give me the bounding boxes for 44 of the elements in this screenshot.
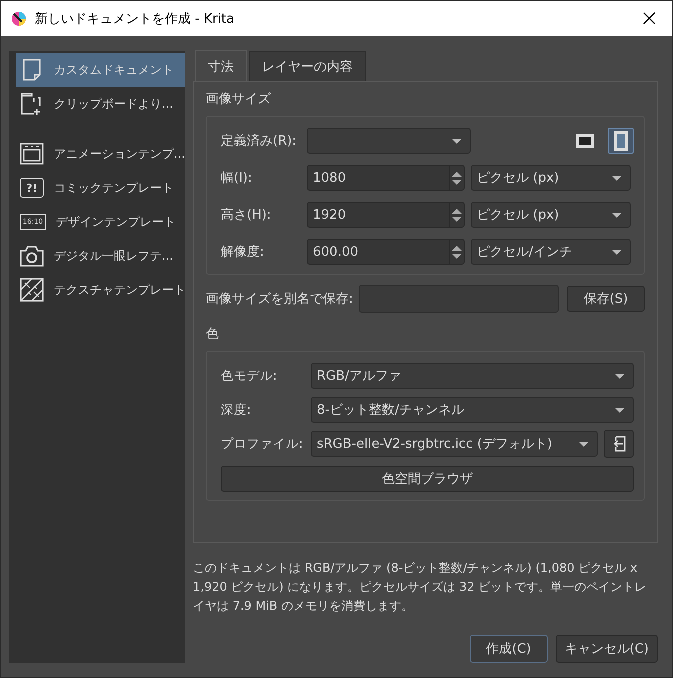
cancel-button[interactable]: キャンセル(C) <box>556 635 658 663</box>
unit-dropdown[interactable]: ピクセル (px) <box>471 165 631 191</box>
sidebar-item[interactable]: アニメーションテンプ... <box>16 137 185 171</box>
save-button[interactable]: 保存(S) <box>567 286 645 312</box>
unit-dropdown[interactable]: ピクセル/インチ <box>471 239 631 265</box>
sidebar-item[interactable]: ?! コミックテンプレート <box>16 171 185 205</box>
sidebar-item[interactable]: テクスチャテンプレート <box>16 273 185 307</box>
field-label: 色モデル: <box>221 368 278 384</box>
field-label: 幅(I): <box>221 170 254 187</box>
sidebar-item[interactable]: クリップボードより... <box>16 87 185 121</box>
portrait-button[interactable] <box>608 128 634 154</box>
section-title: 色 <box>206 326 220 343</box>
speech-bubble-icon: ?! <box>20 178 44 198</box>
app-logo-icon <box>11 10 27 26</box>
number-field[interactable]: 1080 <box>307 165 465 191</box>
field-label: 解像度: <box>221 244 266 261</box>
film-frame-icon <box>20 142 44 166</box>
dropdown[interactable]: RGB/アルファ <box>311 363 634 389</box>
window-title: 新しいドキュメントを作成 - Krita <box>35 10 236 28</box>
description-text: このドキュメントは RGB/アルファ (8-ビット整数/チャンネル) (1,080 ピクセル x 1,920 ピクセル) になります。ピクセルサイズは 32 ビットです。単一のペイントレイヤは 7.9 MiB のメモリを消費します。 <box>193 560 648 615</box>
tab[interactable]: レイヤーの内容 <box>249 51 366 81</box>
tile-pattern-icon <box>20 278 44 302</box>
unit-dropdown[interactable]: ピクセル (px) <box>471 202 631 228</box>
sidebar-item[interactable]: デジタル一眼レフテ... <box>16 239 185 273</box>
document-icon <box>20 58 44 82</box>
create-button[interactable]: 作成(C) <box>470 635 548 663</box>
import-button[interactable] <box>604 430 634 458</box>
dropdown[interactable]: sRGB-elle-V2-srgbtrc.icc (デフォルト) <box>311 431 598 457</box>
field-label: 定義済み(R): <box>221 133 298 150</box>
number-field[interactable]: 600.00 <box>307 239 465 265</box>
sidebar-item[interactable]: カスタムドキュメント <box>16 53 185 87</box>
dropdown[interactable]: 8-ビット整数/チャンネル <box>311 397 634 423</box>
field-label: 深度: <box>221 402 252 418</box>
number-field[interactable]: 1920 <box>307 202 465 228</box>
field-label: 画像サイズを別名で保存: <box>206 291 354 308</box>
color-space-browser-button[interactable]: 色空間ブラウザ <box>221 466 634 492</box>
camera-icon <box>20 244 44 268</box>
field-label: プロファイル: <box>221 436 304 452</box>
clipboard-icon <box>20 92 44 116</box>
close-icon[interactable] <box>643 12 656 25</box>
name-field[interactable] <box>359 285 559 313</box>
field-label: 高さ(H): <box>221 207 272 224</box>
section-title: 画像サイズ <box>206 91 272 108</box>
tab[interactable]: 寸法 <box>195 50 247 81</box>
